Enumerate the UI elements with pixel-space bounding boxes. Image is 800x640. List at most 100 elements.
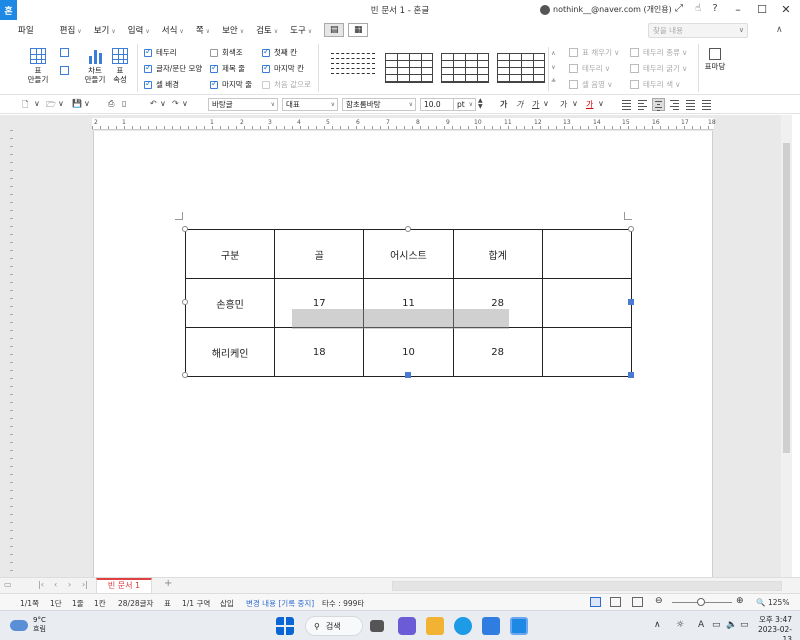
table-cell[interactable]: 구분 (184, 229, 276, 279)
chevron-down-icon[interactable]: ∨ (84, 99, 90, 108)
open-folder-icon[interactable]: 🗁 (46, 99, 56, 113)
align-split-button[interactable] (700, 98, 713, 111)
tab-list-icon[interactable]: ▭ (4, 580, 12, 589)
print-icon[interactable]: ⎙ (108, 99, 114, 109)
prev-tab-icon[interactable]: ‹ (54, 580, 57, 589)
menu-page[interactable]: 쪽 ∨ (196, 24, 210, 36)
checkbox-first-col[interactable]: 첫째 칸 (262, 47, 297, 58)
table-cell[interactable] (541, 229, 633, 279)
font-select[interactable]: 함초롬바탕 ∨ (342, 98, 416, 111)
checkbox-last-col[interactable]: 마지막 칸 (262, 63, 304, 74)
checkbox-grayscale[interactable]: 회색조 (210, 47, 243, 58)
vertical-scrollbar[interactable] (781, 115, 792, 577)
print-preview-icon[interactable]: ▯ (122, 99, 126, 108)
checkbox-border[interactable]: 테두리 (144, 47, 177, 58)
resize-handle[interactable] (182, 372, 188, 378)
first-tab-icon[interactable]: |‹ (38, 580, 44, 589)
tab-doc-1[interactable]: 빈 문서 1 (96, 578, 152, 594)
menu-edit[interactable]: 편집 ∨ (60, 24, 82, 36)
resize-handle[interactable] (405, 372, 411, 378)
align-right-button[interactable] (668, 98, 681, 111)
table-layout-tab[interactable]: ▦ (348, 23, 369, 37)
save-icon[interactable]: 💾 (72, 99, 82, 108)
hancom-logo-icon[interactable]: 혼 (0, 0, 17, 20)
scroll-thumb[interactable] (783, 143, 790, 453)
table-cell[interactable]: 손흥민 (184, 278, 276, 328)
table-cell[interactable] (541, 278, 633, 328)
table-style-thumb[interactable] (497, 53, 545, 83)
underline-button[interactable]: 가 (532, 99, 539, 110)
chevron-down-icon[interactable]: ∨ (572, 99, 578, 108)
strike-button[interactable]: 가 (560, 99, 567, 110)
undo-icon[interactable]: ↶ (150, 99, 157, 108)
table-design-tab[interactable]: ▤ (324, 23, 345, 37)
restore-window-icon[interactable]: ⤢ (672, 3, 686, 14)
next-tab-icon[interactable]: › (68, 580, 71, 589)
menu-view[interactable]: 보기 ∨ (94, 24, 116, 36)
resize-handle[interactable] (628, 372, 634, 378)
table-create-button[interactable]: 표 만들기 (24, 48, 52, 84)
cell-shade-button[interactable]: 셀 음영 ∨ (569, 79, 613, 90)
horizontal-scrollbar[interactable] (392, 581, 782, 591)
border-button[interactable]: 테두리 ∨ (569, 63, 610, 74)
table-cell[interactable]: 10 (363, 327, 454, 377)
system-clock[interactable]: 오후 3:47 2023-02-13 (752, 615, 792, 640)
style-select[interactable]: 바탕글 ∨ (208, 98, 278, 111)
menu-format[interactable]: 서식 ∨ (162, 24, 184, 36)
tray-chevron-up-icon[interactable]: ∧ (654, 620, 661, 630)
size-stepper[interactable]: ▲ ▼ (478, 98, 483, 110)
normal-view-button[interactable] (590, 597, 601, 607)
table-props-button[interactable]: 표 속성 (110, 48, 130, 84)
align-center-button[interactable] (652, 98, 665, 111)
edge-browser-icon[interactable] (454, 617, 472, 635)
zoom-icon[interactable]: 🔍 (756, 598, 765, 607)
user-account[interactable]: nothink__@naver.com (개인용) (540, 4, 672, 15)
hancom-taskbar-icon[interactable] (510, 617, 528, 635)
border-width-button[interactable]: 테두리 굵기 ∨ (630, 63, 687, 74)
chart-create-button[interactable]: 차트 만들기 (82, 48, 108, 84)
table-cell[interactable]: 28 (452, 327, 543, 377)
horizontal-ruler[interactable] (92, 118, 714, 130)
style-type-select[interactable]: 대표 ∨ (282, 98, 338, 111)
web-view-button[interactable] (610, 597, 621, 607)
zoom-in-icon[interactable]: ⊕ (736, 596, 744, 606)
menu-insert[interactable]: 입력 ∨ (128, 24, 150, 36)
table-cell[interactable]: 어시스트 (363, 229, 454, 279)
resize-handle[interactable] (182, 299, 188, 305)
align-left-button[interactable] (636, 98, 649, 111)
gallery-scroll[interactable]: ∧ ∨ ≚ (548, 47, 558, 91)
tray-brightness-icon[interactable]: ☼ (676, 620, 684, 630)
zoom-out-icon[interactable]: ⊖ (655, 596, 663, 606)
task-view-icon[interactable] (370, 620, 384, 632)
table-cell[interactable] (541, 327, 633, 377)
table-cell[interactable]: 해리케인 (184, 327, 276, 377)
volume-icon[interactable]: 🔈 (726, 620, 737, 630)
chevron-down-icon[interactable]: ∨ (34, 99, 40, 108)
file-explorer-icon[interactable] (426, 617, 444, 635)
zoom-slider-knob[interactable] (697, 598, 705, 606)
new-doc-icon[interactable]: 🗋 (22, 99, 28, 113)
resize-handle[interactable] (405, 226, 411, 232)
unit-select[interactable]: pt ∨ (454, 98, 476, 111)
table-style-thumb[interactable] (385, 53, 433, 83)
align-distribute-button[interactable] (684, 98, 697, 111)
checkbox-char-para[interactable]: 글자/문단 모양 (144, 63, 202, 74)
resize-handle[interactable] (628, 226, 634, 232)
reset-default-button[interactable]: 처음 값으로 (262, 79, 311, 90)
chevron-down-icon[interactable]: ∨ (598, 99, 604, 108)
border-color-button[interactable]: 테두리 색 ∨ (630, 79, 680, 90)
chevron-down-icon[interactable]: ∨ (182, 99, 188, 108)
network-icon[interactable]: ▭ (712, 620, 721, 630)
menu-file[interactable]: 파일 (18, 24, 34, 36)
taskbar-search[interactable]: ⚲ 검색 (305, 616, 363, 636)
tray-lang-indicator[interactable]: A (698, 620, 704, 630)
table-fill-button[interactable]: 표 채우기 ∨ (569, 47, 619, 58)
windows-start-icon[interactable] (276, 617, 294, 635)
search-input[interactable]: 찾을 내용 ∨ (648, 23, 748, 38)
store-icon[interactable] (482, 617, 500, 635)
align-justify-button[interactable] (620, 98, 633, 111)
chevron-down-icon[interactable]: ∨ (160, 99, 166, 108)
menu-tools[interactable]: 도구 ∨ (290, 24, 312, 36)
page-view-button[interactable] (632, 597, 643, 607)
help-icon[interactable]: ? (708, 3, 722, 14)
